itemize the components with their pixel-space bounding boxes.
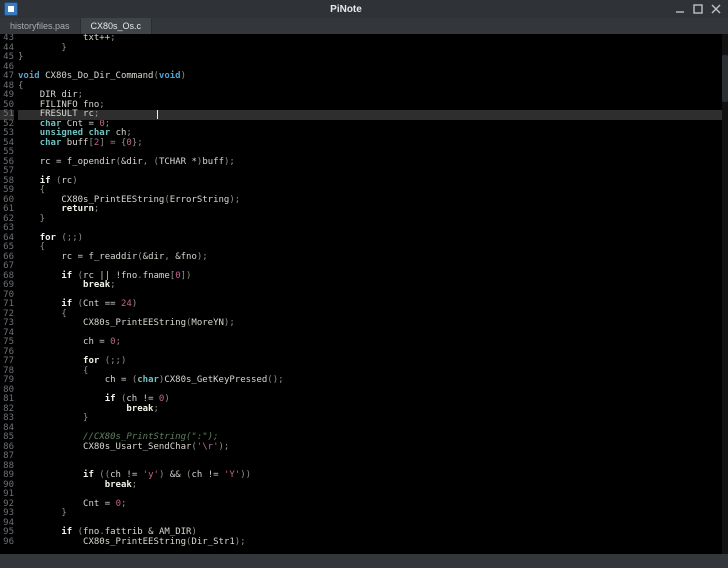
window-buttons [674, 3, 722, 15]
code-line[interactable]: for (;;) [18, 234, 722, 244]
code-line[interactable]: FILINFO fno; [18, 101, 722, 111]
maximize-button[interactable] [692, 3, 704, 15]
code-line[interactable]: char buff[2] = {0}; [18, 139, 722, 149]
code-line[interactable]: } [18, 53, 722, 63]
status-bar [0, 554, 728, 568]
code-area[interactable]: txt++; }} void CX80s_Do_Dir_Command(void)… [18, 34, 722, 554]
code-line[interactable]: rc = f_opendir(&dir, (TCHAR *)buff); [18, 158, 722, 168]
code-line[interactable]: txt++; [18, 34, 722, 44]
tab-historyfiles-pas[interactable]: historyfiles.pas [0, 18, 81, 34]
code-line[interactable]: if (rc || !fno.fname[0]) [18, 272, 722, 282]
titlebar: PiNote [0, 0, 728, 18]
minimize-button[interactable] [674, 3, 686, 15]
code-line[interactable]: CX80s_PrintEEString(ErrorString); [18, 196, 722, 206]
code-line[interactable]: { [18, 82, 722, 92]
code-line[interactable] [18, 224, 722, 234]
code-line[interactable]: } [18, 44, 722, 54]
code-editor[interactable]: 4344454647484950515253545556575859606162… [0, 34, 728, 554]
code-line[interactable] [18, 452, 722, 462]
code-line[interactable]: ch = (char)CX80s_GetKeyPressed(); [18, 376, 722, 386]
code-line[interactable]: ch = 0; [18, 338, 722, 348]
code-line[interactable]: CX80s_Usart_SendChar('\r'); [18, 443, 722, 453]
code-line[interactable]: for (;;) [18, 357, 722, 367]
code-line[interactable]: CX80s_PrintEEString(Dir_Str1); [18, 538, 722, 548]
code-line[interactable]: } [18, 215, 722, 225]
code-line[interactable]: if (Cnt == 24) [18, 300, 722, 310]
code-line[interactable]: if (rc) [18, 177, 722, 187]
code-line[interactable]: break; [18, 481, 722, 491]
code-line[interactable]: DIR dir; [18, 91, 722, 101]
code-line[interactable] [18, 329, 722, 339]
scrollbar-thumb[interactable] [722, 55, 728, 102]
text-caret [157, 110, 158, 119]
code-line[interactable]: FRESULT rc; [18, 110, 722, 120]
code-line[interactable]: CX80s_PrintEEString(MoreYN); [18, 319, 722, 329]
code-line[interactable]: break; [18, 281, 722, 291]
close-button[interactable] [710, 3, 722, 15]
code-line[interactable]: } [18, 414, 722, 424]
code-line[interactable]: Cnt = 0; [18, 500, 722, 510]
app-icon [4, 2, 18, 16]
tab-cx80s-os-c[interactable]: CX80s_Os.c [81, 18, 153, 34]
tab-bar: historyfiles.pasCX80s_Os.c [0, 18, 728, 34]
line-number-gutter: 4344454647484950515253545556575859606162… [0, 34, 18, 554]
line-number: 96 [0, 538, 14, 548]
code-line[interactable]: break; [18, 405, 722, 415]
code-line[interactable]: } [18, 509, 722, 519]
code-line[interactable] [18, 167, 722, 177]
vertical-scrollbar[interactable] [722, 34, 728, 554]
code-line[interactable]: void CX80s_Do_Dir_Command(void) [18, 72, 722, 82]
code-line[interactable]: rc = f_readdir(&dir, &fno); [18, 253, 722, 263]
code-line[interactable]: return; [18, 205, 722, 215]
window-title: PiNote [18, 4, 674, 15]
